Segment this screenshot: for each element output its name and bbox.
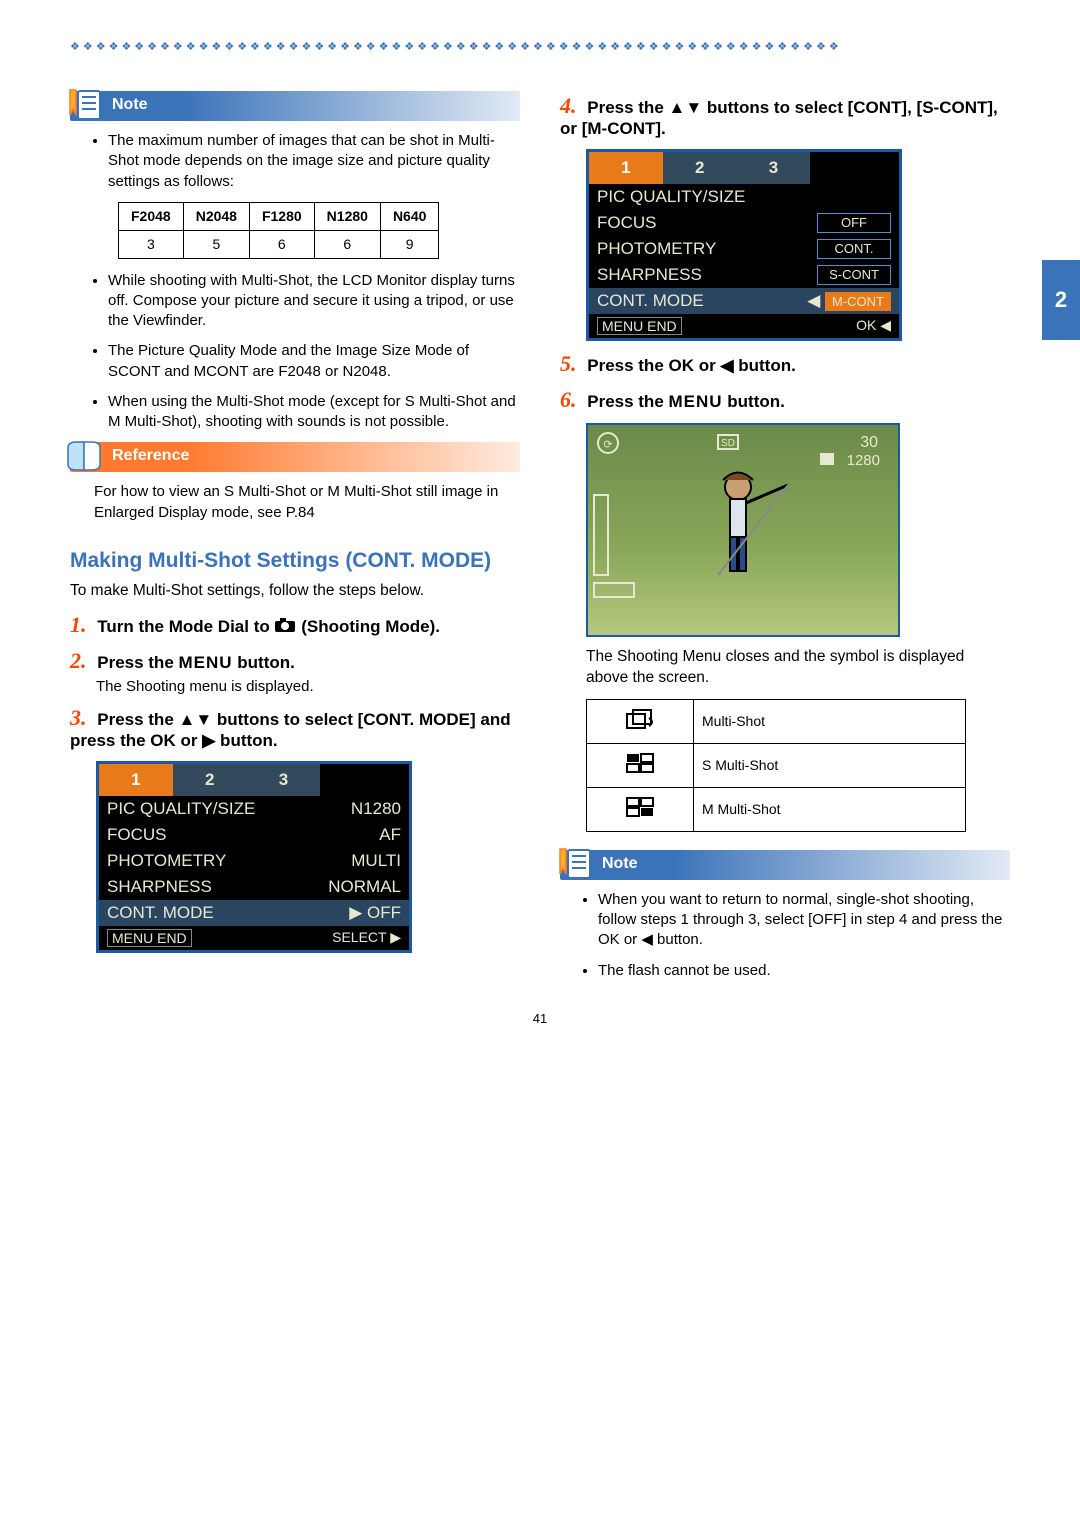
mode-icon-table: Multi-Shot S Multi-Shot M Multi-Shot [586, 699, 966, 832]
step-6: 6. Press the MENU button. [560, 387, 1010, 413]
reference-label: Reference [112, 447, 189, 465]
camera-menu-2: 1 2 3 PIC QUALITY/SIZE FOCUSOFF PHOTOMET… [586, 149, 902, 341]
note-label-2: Note [602, 855, 638, 873]
step-2: 2. Press the MENU button. [70, 648, 520, 674]
multishot-icon [587, 699, 694, 743]
step-2-sub: The Shooting menu is displayed. [96, 678, 520, 695]
menu2-tab-3: 3 [737, 152, 811, 184]
result-text: The Shooting Menu closes and the symbol … [586, 647, 1010, 689]
m-multishot-icon [587, 787, 694, 831]
step-4: 4. Press the ▲▼ buttons to select [CONT]… [560, 93, 1010, 139]
note-banner-1: Note [70, 91, 520, 121]
step-3: 3. Press the ▲▼ buttons to select [CONT.… [70, 705, 520, 751]
note-1-content: The maximum number of images that can be… [94, 131, 520, 432]
reference-icon [64, 436, 104, 476]
quality-table: F2048 N2048 F1280 N1280 N640 3 5 6 6 9 [118, 202, 439, 259]
menu2-tab-2: 2 [663, 152, 737, 184]
preview-image: ⟳ SD 30 1280 [586, 423, 900, 637]
menu2-tab-1: 1 [589, 152, 663, 184]
reference-text: For how to view an S Multi-Shot or M Mul… [94, 482, 520, 523]
menu1-tab-1: 1 [99, 764, 173, 796]
section-intro: To make Multi-Shot settings, follow the … [70, 581, 520, 602]
section-tab: 2 [1042, 260, 1080, 340]
note-icon [64, 85, 104, 125]
section-title: Making Multi-Shot Settings (CONT. MODE) [70, 549, 520, 573]
note-label: Note [112, 96, 148, 114]
s-multishot-icon [587, 743, 694, 787]
page-number: 41 [70, 1011, 1010, 1026]
step-5: 5. Press the OK or ◀ button. [560, 351, 1010, 377]
menu1-tab-3: 3 [247, 764, 321, 796]
step-1: 1. Turn the Mode Dial to (Shooting Mode)… [70, 612, 520, 638]
svg-text:30: 30 [860, 434, 878, 451]
svg-text:⟳: ⟳ [603, 439, 612, 451]
svg-text:1280: 1280 [847, 452, 880, 469]
camera-icon [274, 617, 296, 638]
note-banner-2: Note [560, 850, 1010, 880]
menu1-tab-2: 2 [173, 764, 247, 796]
note-2-content: When you want to return to normal, singl… [584, 890, 1010, 981]
note-icon [554, 844, 594, 884]
reference-banner: Reference [70, 442, 520, 472]
decorative-border: ❖❖❖❖❖❖❖❖❖❖❖❖❖❖❖❖❖❖❖❖❖❖❖❖❖❖❖❖❖❖❖❖❖❖❖❖❖❖❖❖… [70, 40, 1010, 53]
camera-menu-1: 1 2 3 PIC QUALITY/SIZEN1280 FOCUSAF PHOT… [96, 761, 412, 953]
svg-text:SD: SD [721, 438, 735, 449]
